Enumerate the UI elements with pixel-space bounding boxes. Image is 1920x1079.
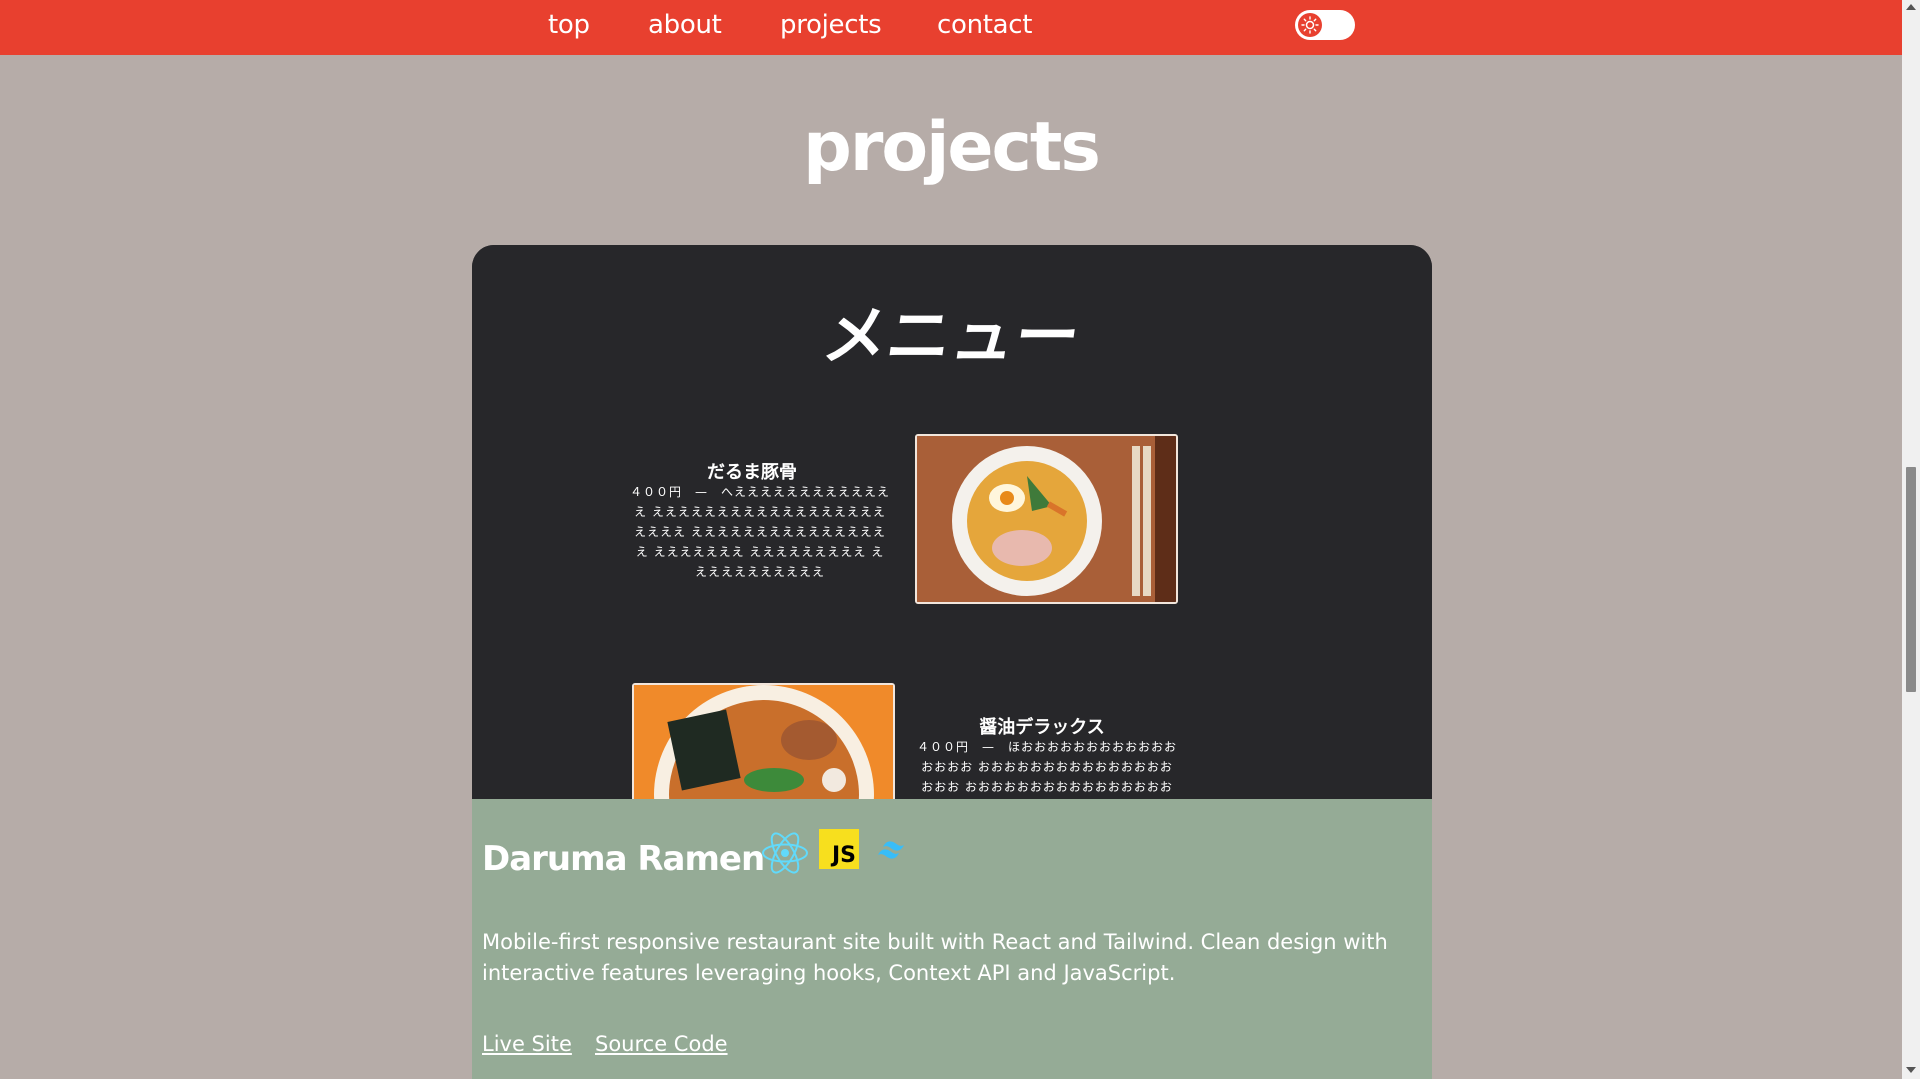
- preview-menu-heading: メニュー: [817, 299, 1085, 374]
- preview-item-name: だるま豚骨: [707, 462, 797, 483]
- live-site-link[interactable]: Live Site: [482, 1032, 572, 1056]
- js-badge-label: JS: [831, 843, 856, 868]
- nav-link-top[interactable]: top: [548, 10, 590, 40]
- scroll-up-arrow-icon[interactable]: [1906, 4, 1916, 10]
- scrollbar[interactable]: [1902, 0, 1920, 1079]
- nav-link-projects[interactable]: projects: [780, 10, 882, 40]
- project-card: メニュー だるま豚骨 ４００円 — へえええええええええええええ えええええええ…: [472, 245, 1432, 1079]
- preview-item-desc: ４００円 — へえええええええええええええ ええええええええええええええええええ…: [630, 485, 891, 579]
- source-code-link[interactable]: Source Code: [595, 1032, 728, 1056]
- section-title: projects: [803, 108, 1101, 187]
- javascript-icon: JS: [819, 829, 859, 869]
- project-name: Daruma Ramen: [482, 839, 765, 879]
- scroll-down-arrow-icon[interactable]: [1906, 1067, 1916, 1073]
- nav-link-contact[interactable]: contact: [937, 10, 1033, 40]
- react-icon: [761, 831, 809, 879]
- project-preview[interactable]: メニュー だるま豚骨 ４００円 — へえええええええええええええ えええええええ…: [472, 245, 1432, 814]
- preview-item-name: 醤油デラックス: [979, 717, 1105, 738]
- sun-icon: [1298, 13, 1322, 37]
- theme-toggle[interactable]: [1295, 10, 1355, 40]
- navbar: top about projects contact: [0, 0, 1902, 55]
- tailwind-icon: [874, 839, 910, 867]
- ramen-photo-tonkotsu: [915, 434, 1178, 604]
- ramen-photo-shoyu: [632, 683, 895, 813]
- scrollbar-thumb[interactable]: [1906, 467, 1916, 692]
- project-info: Daruma Ramen JS Mobile-first responsive …: [472, 799, 1432, 1079]
- nav-link-about[interactable]: about: [648, 10, 722, 40]
- project-description: Mobile-first responsive restaurant site …: [482, 930, 1388, 985]
